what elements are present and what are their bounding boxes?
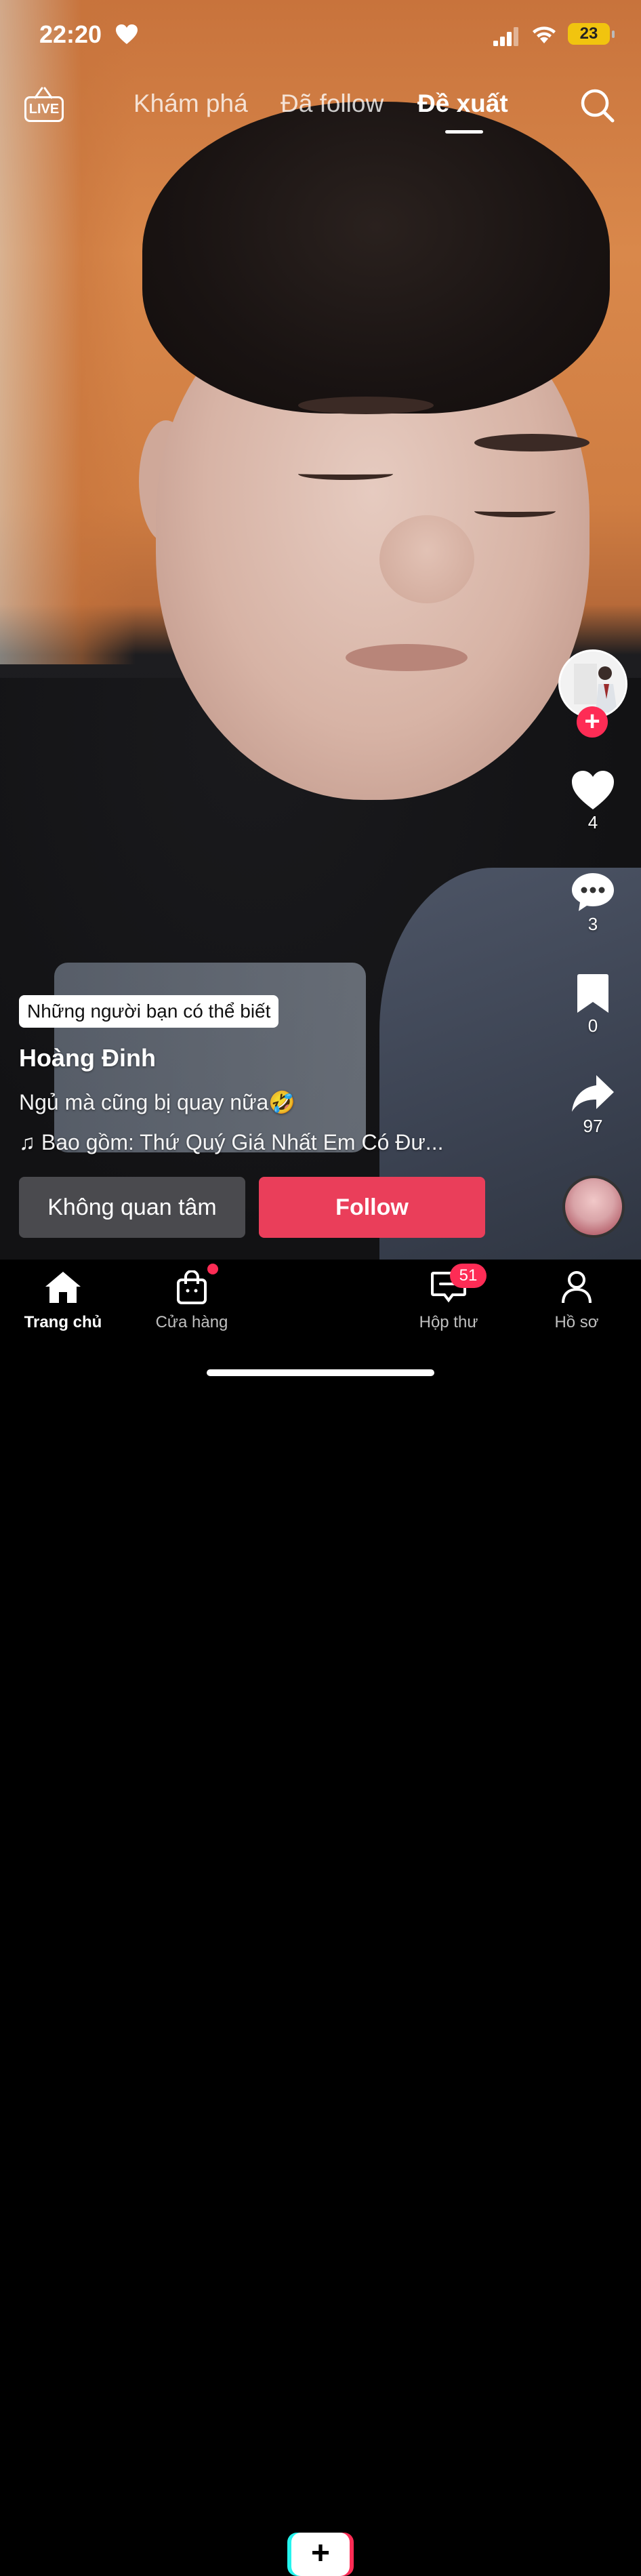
plus-icon: + — [291, 2533, 350, 2576]
follow-plus-icon[interactable]: + — [577, 706, 608, 738]
profile-icon — [562, 1271, 592, 1304]
hair — [142, 102, 610, 414]
home-indicator[interactable] — [207, 1369, 434, 1376]
comment-button[interactable]: 3 — [556, 872, 630, 935]
tab-home-label: Trang chủ — [24, 1313, 102, 1331]
music-disc[interactable] — [562, 1175, 625, 1238]
top-nav: LIVE Khám phá Đã follow Đề xuất — [0, 80, 641, 141]
save-count: 0 — [587, 1015, 598, 1036]
comment-count: 3 — [587, 914, 598, 934]
creator-username[interactable]: Hoàng Đinh — [19, 1044, 156, 1072]
create-button[interactable]: + — [287, 2533, 354, 2576]
tab-kham-pha[interactable]: Khám phá — [133, 89, 248, 118]
tab-de-xuat[interactable]: Đề xuất — [417, 89, 508, 118]
nose — [379, 515, 474, 603]
live-button[interactable]: LIVE — [24, 85, 64, 122]
wifi-icon — [533, 26, 556, 43]
like-button[interactable]: 4 — [556, 770, 630, 833]
not-interested-button[interactable]: Không quan tâm — [19, 1177, 245, 1238]
status-bar: 22:20 23 — [0, 0, 641, 71]
shopping-bag-icon — [177, 1270, 207, 1304]
signal-icon — [493, 27, 518, 46]
heart-icon — [572, 771, 614, 809]
video-caption: Ngủ mà cũng bị quay nữa🤣 — [19, 1090, 296, 1114]
share-count: 97 — [583, 1116, 603, 1136]
comment-icon — [572, 873, 614, 911]
tab-home[interactable]: Trang chủ — [12, 1270, 114, 1332]
suggestion-chip: Những người bạn có thể biết — [19, 995, 279, 1028]
like-count: 4 — [587, 812, 598, 832]
follow-button[interactable]: Follow — [259, 1177, 485, 1238]
tab-inbox-label: Hộp thư — [419, 1313, 478, 1331]
left-eyebrow — [298, 397, 434, 414]
heart-icon — [116, 24, 138, 44]
shop-notification-dot — [207, 1264, 218, 1274]
tab-shop-label: Cửa hàng — [155, 1313, 228, 1331]
live-label: LIVE — [24, 96, 64, 122]
search-icon[interactable] — [579, 87, 617, 125]
share-button[interactable]: 97 — [556, 1074, 630, 1137]
status-time: 22:20 — [39, 20, 102, 48]
right-eye — [474, 505, 556, 517]
battery-icon: 23 — [568, 23, 615, 45]
save-button[interactable]: 0 — [556, 973, 630, 1037]
home-icon — [45, 1272, 81, 1303]
mouth — [346, 644, 468, 671]
music-title[interactable]: ♫ Bao gồm: Thứ Quý Giá Nhất Em Có Đư... — [19, 1130, 443, 1155]
share-icon — [572, 1075, 614, 1112]
active-tab-indicator — [445, 130, 483, 134]
left-eye — [298, 468, 393, 480]
right-eyebrow — [474, 434, 590, 451]
tab-profile-label: Hồ sơ — [554, 1313, 599, 1331]
tab-profile[interactable]: Hồ sơ — [526, 1270, 627, 1332]
tab-da-follow[interactable]: Đã follow — [281, 89, 384, 118]
bookmark-icon — [577, 974, 608, 1013]
tab-shop[interactable]: Cửa hàng — [141, 1270, 243, 1332]
inbox-badge: 51 — [450, 1264, 487, 1288]
